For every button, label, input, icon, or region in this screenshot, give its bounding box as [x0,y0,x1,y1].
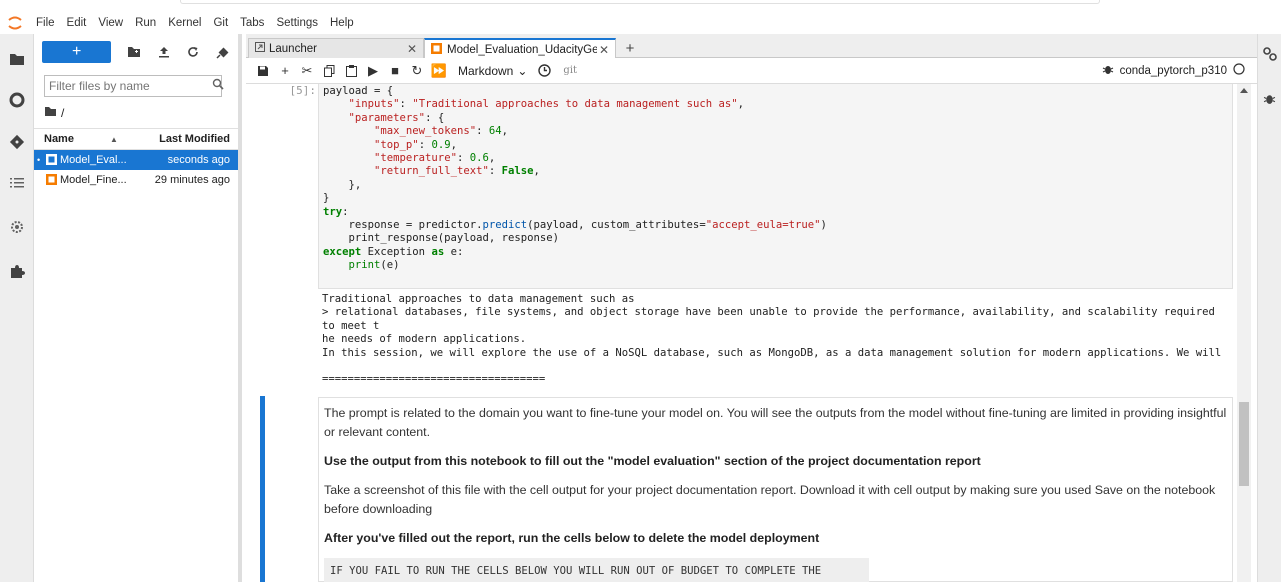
running-icon[interactable] [6,89,28,111]
output-line-5: =================================== [322,373,546,386]
browser-top-strip [0,0,1281,12]
filter-files-input[interactable]: Filter files by name [44,75,222,97]
puzzle-icon[interactable] [6,260,28,282]
kernel-name[interactable]: conda_pytorch_p310 [1120,65,1227,77]
address-bar-edge [180,0,1100,4]
file-row-model-fine-tuning[interactable]: Model_Fine... 29 minutes ago [34,170,238,190]
column-name[interactable]: Name [44,133,74,145]
kernel-status[interactable]: conda_pytorch_p310 [1102,63,1245,78]
menu-settings[interactable]: Settings [270,12,324,34]
tab-label: Launcher [269,42,317,55]
menu-run[interactable]: Run [129,12,162,34]
fast-forward-icon[interactable]: ⏩ [428,60,450,82]
output-line-1: Traditional approaches to data managemen… [322,293,635,305]
restart-icon[interactable]: ↻ [406,60,428,82]
refresh-icon[interactable] [179,41,209,63]
clock-icon[interactable] [533,60,555,82]
new-launcher-button[interactable]: + [42,41,112,63]
jupyter-logo-icon [0,12,30,34]
tab-bar: Launcher ✕ Model_Evaluation_UdacityGe ✕ … [246,34,1257,59]
column-last-modified[interactable]: Last Modified [159,133,230,145]
menu-edit[interactable]: Edit [61,12,93,34]
scrollbar-thumb[interactable] [1239,402,1249,486]
insert-cell-icon[interactable]: + [274,60,296,82]
file-list-header: Name ▲ Last Modified [34,128,238,150]
scroll-up-icon[interactable] [1240,88,1248,93]
notebook-icon [46,154,57,165]
notebook-scrollbar[interactable] [1237,84,1251,582]
save-icon[interactable] [252,60,274,82]
menu-view[interactable]: View [92,12,129,34]
main-dock-area: Launcher ✕ Model_Evaluation_UdacityGe ✕ … [246,34,1257,582]
output-line-3: he needs of modern applications. [322,333,527,346]
cell-type-select[interactable]: Markdown ⌄ [458,64,527,78]
notebook-icon [46,174,57,185]
chevron-down-icon: ⌄ [517,63,528,78]
left-activity-bar [0,34,34,582]
paste-icon[interactable] [340,60,362,82]
close-icon[interactable]: ✕ [407,42,417,56]
file-modified: seconds ago [167,154,230,166]
code-cell[interactable]: payload = { "inputs": "Traditional appro… [318,84,1233,289]
bug-icon[interactable] [1102,63,1114,78]
output-line-4: In this session, we will explore the use… [322,346,1222,359]
upload-icon[interactable] [149,41,179,63]
launcher-icon [255,42,265,55]
cell-prompt: [5]: [289,84,317,97]
output-line-2: > relational databases, file systems, an… [322,306,1222,332]
git-icon[interactable] [6,131,28,153]
file-name: Model_Eval... [60,154,127,166]
git-clone-icon[interactable] [208,41,238,63]
new-folder-icon[interactable] [119,41,149,63]
file-name: Model_Fine... [60,174,127,186]
breadcrumb-root[interactable]: / [61,106,64,120]
toc-icon[interactable] [6,172,28,194]
folder-icon[interactable] [6,48,28,70]
kernel-idle-icon [1233,63,1245,78]
add-tab-button[interactable]: + [619,38,641,58]
active-cell-indicator [260,396,265,582]
file-browser-toolbar: + [42,40,238,64]
git-diff-button[interactable]: git [563,65,577,76]
extension-manager-icon[interactable] [6,216,28,238]
notebook-content[interactable]: [5]: payload = { "inputs": "Traditional … [246,84,1237,582]
menu-bar: File Edit View Run Kernel Git Tabs Setti… [0,12,1281,34]
markdown-paragraph: The prompt is related to the domain you … [324,406,1227,439]
run-icon[interactable]: ▶ [362,60,384,82]
menu-file[interactable]: File [30,12,61,34]
menu-help[interactable]: Help [324,12,360,34]
cell-type-value: Markdown [458,63,514,78]
stop-icon[interactable]: ■ [384,60,406,82]
close-icon[interactable]: ✕ [599,43,609,57]
cut-icon[interactable]: ✂ [296,60,318,82]
menu-kernel[interactable]: Kernel [162,12,207,34]
menu-git[interactable]: Git [207,12,234,34]
file-browser-panel: + Filter files by name / Name ▲ Last Mod… [34,34,242,582]
tab-launcher[interactable]: Launcher ✕ [248,38,424,58]
right-sidebar [1257,34,1281,582]
sort-ascending-icon: ▲ [110,134,118,144]
search-icon [212,78,226,92]
code-editor[interactable]: payload = { "inputs": "Traditional appro… [319,84,1232,274]
tab-label: Model_Evaluation_UdacityGe [447,43,597,56]
markdown-paragraph: Take a screenshot of this file with the … [324,483,1216,516]
breadcrumb-folder-icon[interactable] [44,106,57,120]
notebook-toolbar: + ✂ ▶ ■ ↻ ⏩ Markdown ⌄ git conda_pytorch… [246,58,1257,84]
property-inspector-icon[interactable] [1262,46,1278,65]
menu-tabs[interactable]: Tabs [234,12,270,34]
debugger-icon[interactable] [1263,92,1276,108]
markdown-code-block: IF YOU FAIL TO RUN THE CELLS BELOW YOU W… [324,558,869,582]
cell-output: Traditional approaches to data managemen… [322,293,1232,386]
markdown-heading: Use the output from this notebook to fil… [324,454,981,468]
notebook-icon [431,42,442,57]
markdown-cell[interactable]: The prompt is related to the domain you … [318,397,1233,582]
tab-model-evaluation[interactable]: Model_Evaluation_UdacityGe ✕ [424,38,616,59]
breadcrumb: / [44,104,64,122]
copy-icon[interactable] [318,60,340,82]
file-modified: 29 minutes ago [154,174,230,186]
markdown-heading: After you've filled out the report, run … [324,531,820,545]
file-row-model-evaluation[interactable]: • Model_Eval... seconds ago [34,150,238,170]
running-dot-icon: • [37,155,41,165]
